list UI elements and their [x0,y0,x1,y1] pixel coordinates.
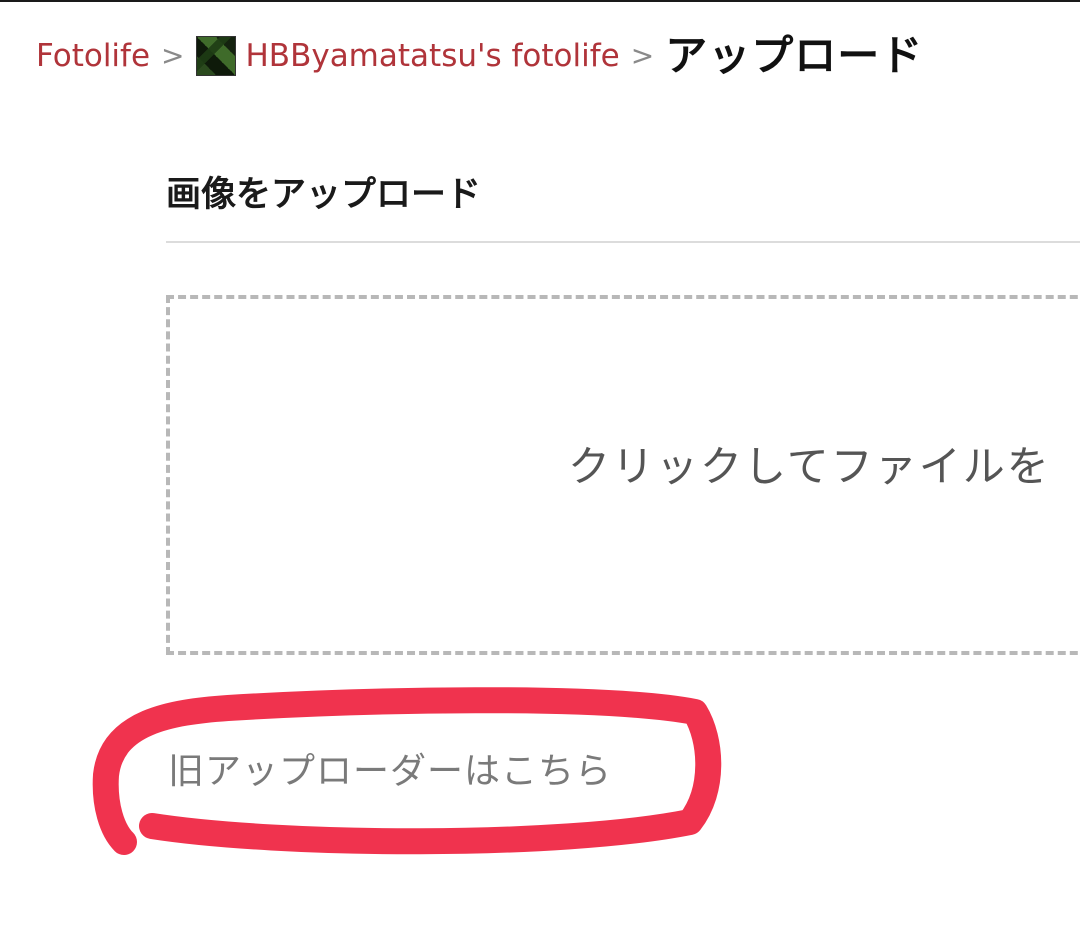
dropzone-instruction: クリックしてファイルを [568,442,1051,491]
section-divider [166,241,1080,243]
breadcrumb-user-fotolife-link[interactable]: HBByamatatsu's fotolife [246,40,620,72]
breadcrumb-fotolife-link[interactable]: Fotolife [36,40,150,72]
breadcrumb: Fotolife > HBByamatatsu's fotolife > アップ… [36,28,923,84]
breadcrumb-separator: > [630,39,655,72]
old-uploader-link[interactable]: 旧アップローダーはこちら [168,752,612,792]
file-dropzone[interactable]: クリックしてファイルを [166,295,1080,655]
page-title: アップロード [665,31,924,80]
upload-section-title: 画像をアップロード [166,175,482,215]
top-border [0,0,1080,2]
user-avatar-icon[interactable] [195,36,236,76]
breadcrumb-separator: > [161,39,185,72]
